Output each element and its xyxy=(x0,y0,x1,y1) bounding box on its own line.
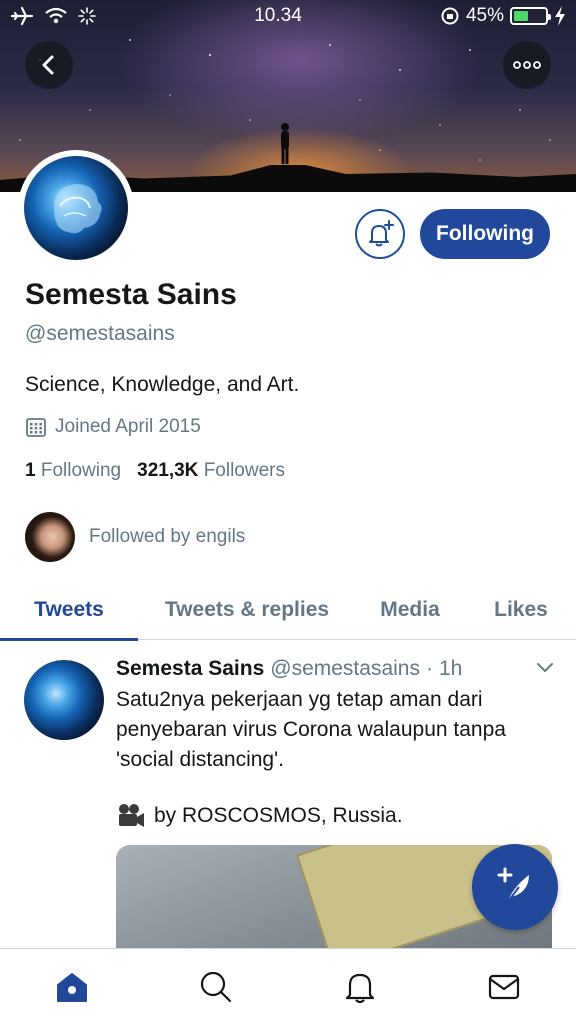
banner-person-silhouette xyxy=(281,123,289,164)
tweet-author-avatar[interactable] xyxy=(24,660,104,740)
airplane-mode-icon xyxy=(10,6,34,26)
battery-percent: 45% xyxy=(465,5,504,26)
tweet-text: Satu2nya pekerjaan yg tetap aman dari pe… xyxy=(116,685,556,775)
profile-avatar[interactable] xyxy=(18,150,134,266)
back-button[interactable] xyxy=(25,41,73,89)
tweet-menu-button[interactable] xyxy=(535,660,555,679)
followed-by-row[interactable]: Followed by engils xyxy=(25,512,245,562)
tweet-separator: · xyxy=(425,657,433,680)
joined-date: Joined April 2015 xyxy=(25,416,201,438)
followed-by-text: Followed by engils xyxy=(89,526,246,547)
profile-name: Semesta Sains xyxy=(25,278,237,311)
nav-messages[interactable] xyxy=(484,967,524,1007)
search-icon xyxy=(200,971,232,1003)
follower-avatar xyxy=(25,512,75,562)
orientation-lock-icon xyxy=(441,7,459,25)
nav-notifications[interactable] xyxy=(340,967,380,1007)
back-arrow-icon xyxy=(42,55,54,75)
profile-handle: @semestasains xyxy=(25,322,175,345)
tweet-time: 1h xyxy=(438,657,463,680)
avatar-brain-graphic xyxy=(54,184,102,234)
tweet-author-name[interactable]: Semesta Sains xyxy=(116,657,264,681)
mail-icon xyxy=(488,974,520,1000)
tweet-credit-line: by ROSCOSMOS, Russia. xyxy=(116,803,403,829)
status-left-icons xyxy=(10,6,210,26)
tweet-header: Semesta Sains @semestasains · 1h xyxy=(116,657,462,681)
tab-likes[interactable]: Likes xyxy=(476,580,566,640)
tab-tweets-and-replies[interactable]: Tweets & replies xyxy=(148,580,346,640)
followers-label: Followers xyxy=(203,460,285,481)
bottom-navigation xyxy=(0,948,576,1024)
nav-home[interactable] xyxy=(52,967,92,1007)
followers-count: 321,3K xyxy=(137,460,199,481)
video-camera-icon xyxy=(119,804,144,827)
loading-spinner-icon xyxy=(78,7,96,25)
feather-plus-icon xyxy=(497,867,529,904)
status-time: 10.34 xyxy=(254,5,302,26)
followers-stat[interactable]: 321,3K Followers xyxy=(137,460,285,482)
compose-tweet-button[interactable] xyxy=(472,844,558,930)
following-stat[interactable]: 1 Following xyxy=(25,460,121,482)
tweet-text-body: Satu2nya pekerjaan yg tetap aman dari pe… xyxy=(116,688,506,771)
status-bar: 10.34 45% xyxy=(0,0,576,32)
chevron-down-icon xyxy=(537,663,553,672)
battery-fill xyxy=(514,11,528,21)
following-count: 1 xyxy=(25,460,36,481)
more-options-button[interactable] xyxy=(503,41,551,89)
following-label: Following xyxy=(40,460,122,481)
profile-bio: Science, Knowledge, and Art. xyxy=(25,373,300,396)
more-dots-icon xyxy=(513,61,541,69)
bell-plus-icon xyxy=(369,220,394,247)
wifi-icon xyxy=(45,7,67,24)
nav-search[interactable] xyxy=(196,967,236,1007)
battery-icon xyxy=(510,7,551,25)
joined-text: Joined April 2015 xyxy=(55,416,201,437)
tweet-author-handle: @semestasains xyxy=(270,657,420,680)
charging-bolt-icon xyxy=(555,6,565,26)
follow-stats: 1 Following 321,3K Followers xyxy=(25,460,285,482)
notifications-toggle-button[interactable] xyxy=(355,209,405,259)
following-button[interactable]: Following xyxy=(420,209,550,259)
avatar-image xyxy=(24,156,128,260)
status-right-icons: 45% xyxy=(366,5,566,27)
calendar-icon xyxy=(26,418,46,437)
tab-tweets[interactable]: Tweets xyxy=(0,580,138,641)
profile-tabs: Tweets Tweets & replies Media Likes xyxy=(0,580,576,641)
bell-icon xyxy=(345,973,375,1004)
tweet-credit-text: by ROSCOSMOS, Russia. xyxy=(154,804,403,827)
tab-media[interactable]: Media xyxy=(360,580,460,640)
home-icon xyxy=(57,973,87,1002)
